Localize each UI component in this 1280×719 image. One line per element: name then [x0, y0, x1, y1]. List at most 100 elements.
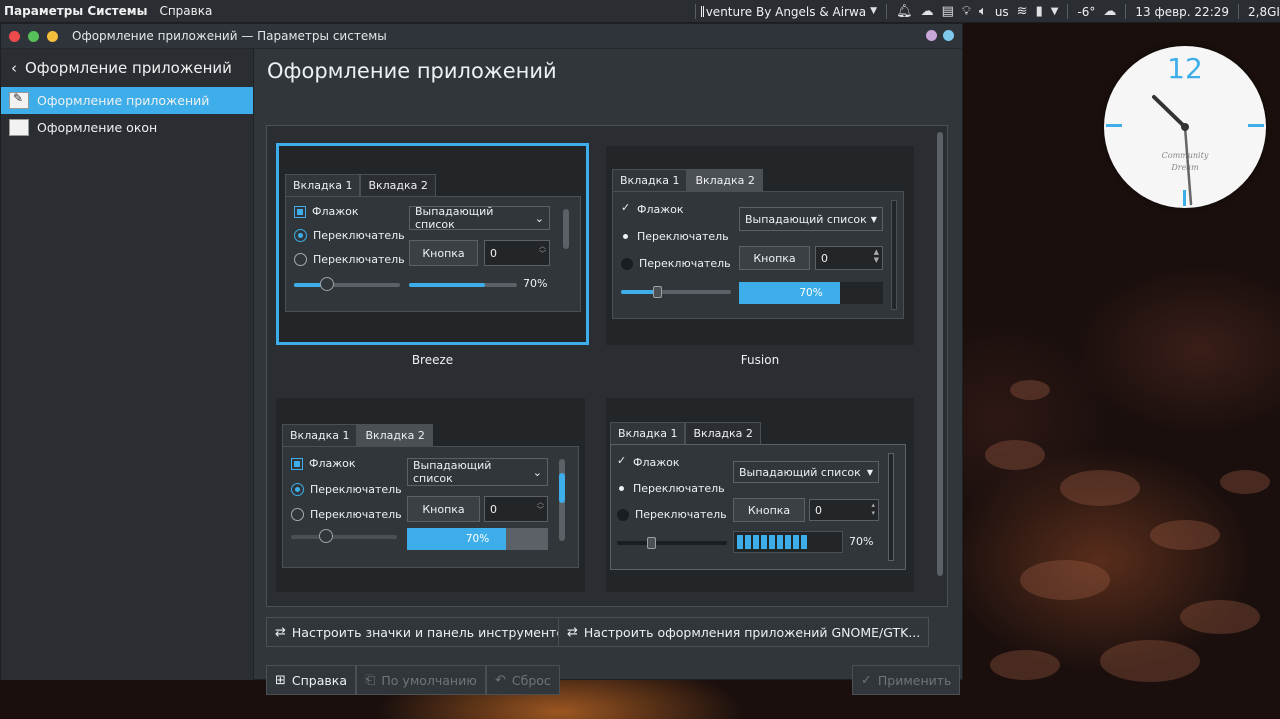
configure-icon: ⇄ [275, 624, 286, 640]
chevron-left-icon: ‹ [11, 59, 17, 77]
all-desktops-button[interactable] [943, 30, 954, 41]
preview-tab-1: Вкладка 1 [282, 424, 358, 446]
lightbulb-icon[interactable]: 💡︎ [962, 0, 971, 23]
sidebar-item-window-decoration[interactable]: Оформление окон [1, 114, 253, 141]
style-grid: Вкладка 1 Вкладка 2 Флажок Переключатель… [266, 125, 948, 607]
preview-tab-2: Вкладка 2 [360, 174, 436, 196]
preview-radio-label: Переключатель [310, 508, 402, 521]
configure-icon: ⇄ [567, 624, 578, 640]
weather-temperature[interactable]: -6° [1077, 5, 1095, 19]
configure-icons-label: Настроить значки и панель инструментов [291, 624, 572, 640]
preview-progress [409, 283, 517, 287]
system-settings-window: Оформление приложений — Параметры систем… [0, 23, 963, 695]
progress-segment [793, 535, 799, 549]
weather-cloud-icon[interactable]: ☁︎ [1103, 0, 1116, 23]
clipboard-icon[interactable]: ▤ [942, 0, 954, 23]
apply-button[interactable]: ✓ Применить [852, 665, 961, 695]
preview-radio-on [617, 482, 627, 495]
preview-checkbox [291, 457, 303, 470]
preview-checkbox-label: Флажок [637, 203, 684, 216]
media-player-widget[interactable]: venture By Angels & Airwa [701, 5, 866, 19]
preview-spin-value: 0 [815, 503, 822, 517]
window-decoration-icon [9, 119, 29, 136]
preview-radio-label: Переключатель [310, 483, 402, 496]
help-button[interactable]: ⊞ Справка [266, 665, 356, 695]
reset-button[interactable]: ↶ Сброс [486, 665, 560, 695]
preview-button: Кнопка [407, 496, 480, 522]
tray-separator [886, 4, 888, 19]
sidebar-item-application-style[interactable]: Оформление приложений [1, 87, 253, 114]
preview-radio-label: Переключатель [639, 257, 731, 270]
media-title: venture By Angels & Airwa [705, 4, 867, 19]
preview-progress: 70% [739, 282, 883, 304]
preview-progress-text: 70% [799, 287, 823, 299]
global-menu-app[interactable]: Параметры Системы [0, 4, 153, 18]
preview-pane: Флажок Переключатель Переключатель Выпад… [612, 191, 904, 319]
maximize-window-button[interactable] [28, 30, 39, 42]
minimize-window-button[interactable] [47, 30, 58, 42]
tray-separator [1067, 4, 1069, 19]
preview-checkbox [617, 454, 627, 469]
preview-combo: Выпадающий список ▼ [739, 207, 883, 231]
preview-tab-1: Вкладка 1 [610, 422, 686, 444]
window-titlebar[interactable]: Оформление приложений — Параметры систем… [1, 24, 962, 49]
progress-segment [801, 535, 807, 549]
preview-tab-2: Вкладка 2 [687, 169, 763, 191]
preview-checkbox [621, 201, 631, 216]
global-menu-help[interactable]: Справка [153, 4, 218, 18]
preview-spinbox: 0 ▲ ▼ [815, 246, 883, 270]
preview-pane: Флажок Переключатель Переключатель Выпад… [285, 196, 581, 312]
preview-radio-label: Переключатель [313, 253, 405, 266]
preview-progress: 70% [407, 528, 548, 550]
progress-segment [753, 535, 759, 549]
grid-scrollbar[interactable] [937, 132, 943, 576]
tray-separator [695, 4, 697, 19]
sidebar-back-button[interactable]: ‹ Оформление приложений [1, 49, 253, 87]
volume-icon[interactable]: 🔈︎ [979, 0, 987, 23]
media-dropdown-icon[interactable]: ▼ [870, 0, 877, 23]
tray-separator [1125, 4, 1127, 19]
preview-radio-off [291, 508, 304, 521]
defaults-icon: ⎗ [365, 672, 376, 688]
preview-checkbox-label: Флажок [633, 456, 680, 469]
style-card-4[interactable]: Вкладка 1 Вкладка 2 Флажок Переключатель… [606, 398, 914, 592]
preview-radio-off [621, 257, 633, 270]
close-window-button[interactable] [9, 30, 20, 42]
digital-clock[interactable]: 13 февр. 22:29 [1135, 5, 1229, 19]
preview-radio-off [294, 253, 307, 266]
clock-tick-6 [1183, 190, 1186, 206]
wifi-icon[interactable]: ≋ [1017, 0, 1028, 23]
spin-arrows-icon: ▴ ▾ [871, 501, 875, 517]
preview-pane: Флажок Переключатель Переключатель Выпад… [610, 444, 906, 570]
configure-gtk-button[interactable]: ⇄ Настроить оформления приложений GNOME/… [558, 617, 930, 647]
preview-progress [733, 531, 843, 553]
cloud-sync-icon[interactable]: ☁︎ [921, 0, 934, 23]
preview-slider [294, 277, 400, 291]
configure-icons-button[interactable]: ⇄ Настроить значки и панель инструментов [266, 617, 581, 647]
analog-clock-widget[interactable]: 12 Community Dream [1104, 46, 1266, 208]
alarm-bell-icon[interactable]: 🔔︎ [896, 0, 913, 23]
expand-tray-icon[interactable]: ▼ [1051, 0, 1059, 23]
preview-progress-text: 70% [523, 277, 548, 290]
keyboard-layout[interactable]: us [995, 5, 1009, 19]
clock-numeral-12: 12 [1167, 52, 1203, 85]
tray-separator [1238, 4, 1239, 19]
progress-segment [745, 535, 751, 549]
sidebar-back-label: Оформление приложений [25, 59, 232, 77]
chevron-down-icon: ⌄ [532, 465, 542, 479]
style-card-3[interactable]: Вкладка 1 Вкладка 2 Флажок Переключатель… [276, 398, 585, 592]
battery-icon[interactable]: ▮ [1036, 0, 1043, 23]
preview-tab-1: Вкладка 1 [285, 174, 361, 196]
keep-above-button[interactable] [926, 30, 937, 41]
preview-slider [291, 529, 397, 543]
preview-combo-label: Выпадающий список [415, 205, 494, 231]
style-card-breeze[interactable]: Вкладка 1 Вкладка 2 Флажок Переключатель… [276, 143, 589, 345]
progress-segments [737, 535, 809, 549]
style-card-fusion[interactable]: Вкладка 1 Вкладка 2 Флажок Переключатель… [606, 146, 914, 345]
defaults-button[interactable]: ⎗ По умолчанию [356, 665, 486, 695]
memory-monitor[interactable]: 2,8GI [1248, 5, 1280, 19]
style-name-fusion: Fusion [740, 353, 780, 367]
preview-spinbox: 0 ︿ ﹀ [484, 496, 548, 522]
preview-radio-on [294, 229, 307, 242]
window-title: Оформление приложений — Параметры систем… [72, 29, 387, 43]
